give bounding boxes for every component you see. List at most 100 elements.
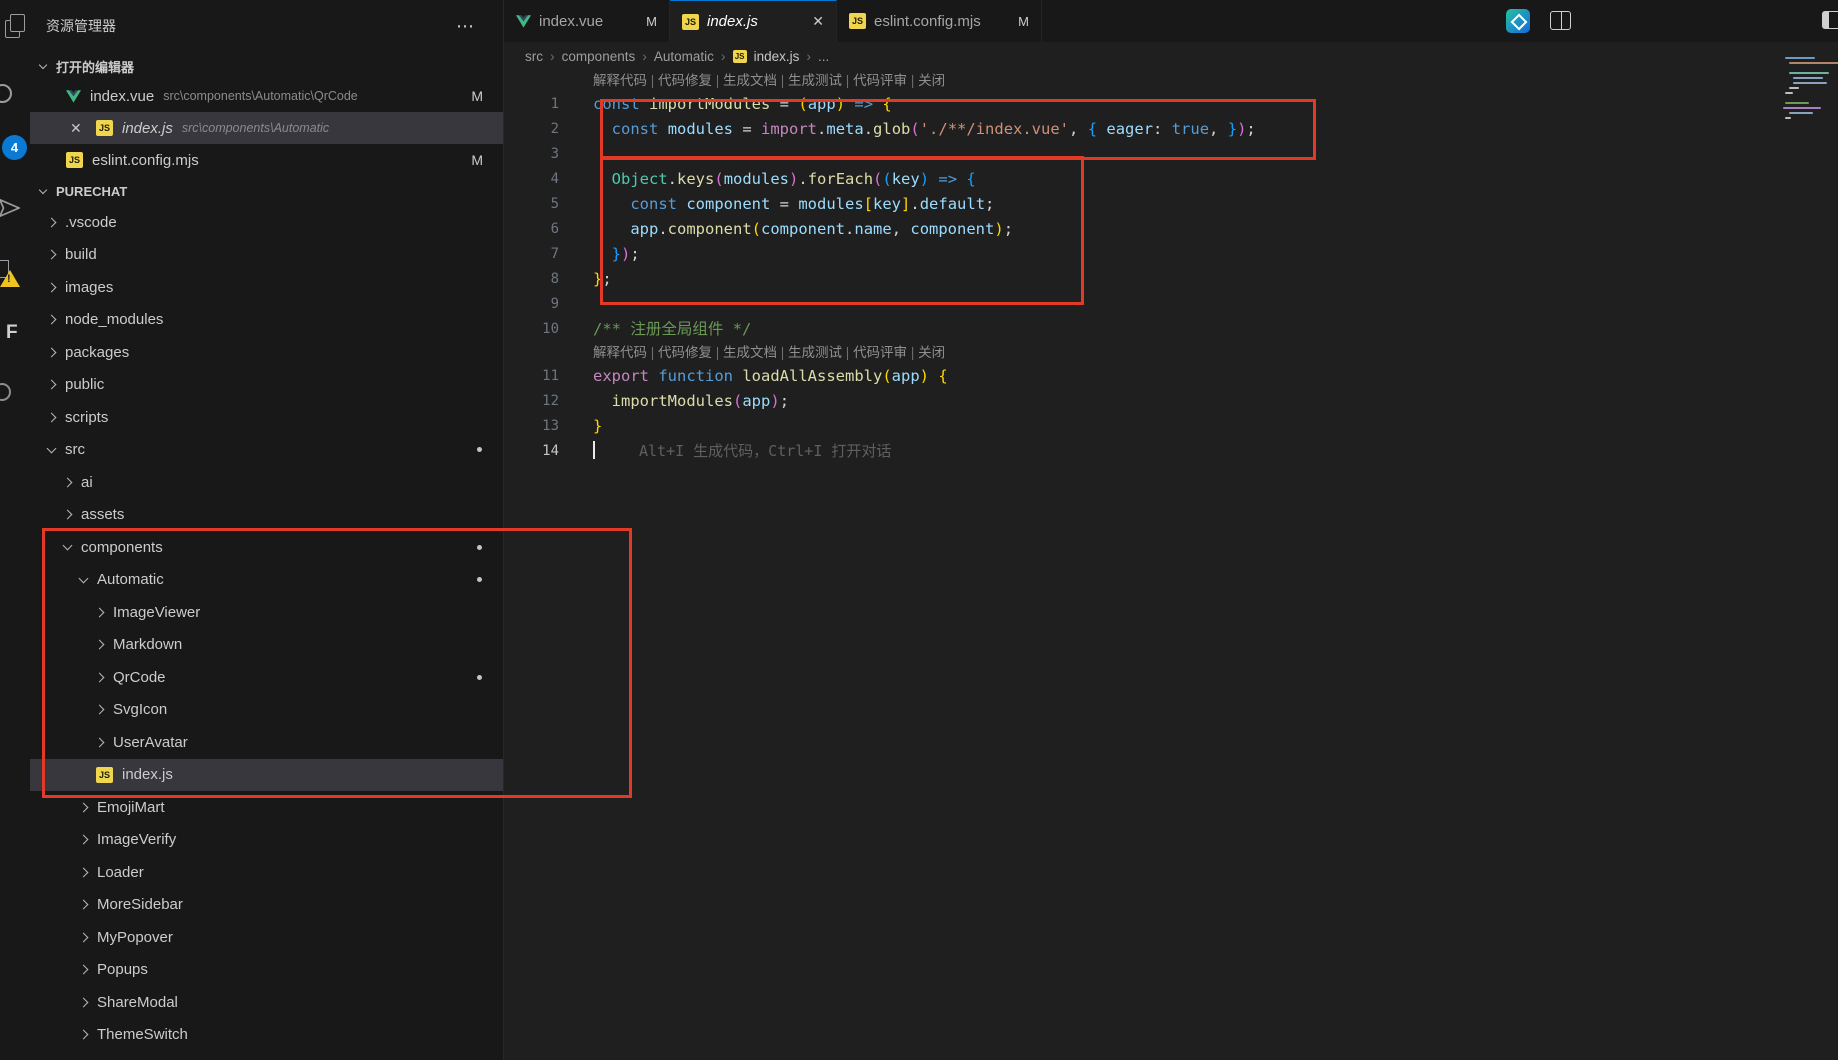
codelens-action-3[interactable]: 生成测试	[788, 73, 842, 88]
tree-item-scripts[interactable]: scripts	[30, 401, 503, 434]
vue-icon	[516, 14, 531, 28]
tree-item-components[interactable]: components	[30, 531, 503, 564]
codelens-action-2[interactable]: 生成文档	[723, 73, 777, 88]
tree-item-svgicon[interactable]: SvgIcon	[30, 694, 503, 727]
tree-item-.vscode[interactable]: .vscode	[30, 206, 503, 239]
breadcrumb-item-components[interactable]: components	[562, 49, 636, 64]
codelens-action-0[interactable]: 解释代码	[593, 345, 647, 360]
open-editors-list: index.vue src\components\Automatic\QrCode…	[30, 80, 503, 176]
tree-item-index.js[interactable]: JS index.js	[30, 758, 503, 791]
minimap-line	[1785, 117, 1791, 119]
tree-item-assets[interactable]: assets	[30, 499, 503, 532]
codelens-action-4[interactable]: 代码评审	[853, 73, 907, 88]
tree-item-images[interactable]: images	[30, 271, 503, 304]
code-line-8[interactable]: 8};	[504, 267, 1838, 292]
f-logo-icon[interactable]: F	[6, 322, 18, 344]
tree-item-build[interactable]: build	[30, 239, 503, 272]
codelens-action-5[interactable]: 关闭	[918, 73, 945, 88]
codelens-action-5[interactable]: 关闭	[918, 345, 945, 360]
tab-eslint.config.mjs[interactable]: JS eslint.config.mjs M	[837, 0, 1042, 42]
js-icon: JS	[682, 13, 699, 30]
tree-item-public[interactable]: public	[30, 369, 503, 402]
project-header[interactable]: PURECHAT	[30, 176, 503, 206]
codelens-separator: |	[647, 73, 659, 88]
search-icon[interactable]	[0, 84, 12, 103]
tree-item-popups[interactable]: Popups	[30, 954, 503, 987]
chevron-right-icon	[78, 834, 89, 845]
tree-item-sharemodal[interactable]: ShareModal	[30, 986, 503, 1019]
code-line-9[interactable]: 9	[504, 292, 1838, 317]
codelens-action-0[interactable]: 解释代码	[593, 73, 647, 88]
line-number: 13	[542, 418, 559, 434]
close-icon[interactable]: ✕	[70, 121, 86, 135]
code-area[interactable]: 解释代码 | 代码修复 | 生成文档 | 生成测试 | 代码评审 | 关闭 1 co…	[504, 70, 1838, 464]
circle-icon[interactable]	[0, 383, 11, 401]
open-editor-index.vue[interactable]: index.vue src\components\Automatic\QrCode…	[30, 80, 503, 112]
code-line-10[interactable]: 10 /** 注册全局组件 */	[504, 317, 1838, 342]
line-number: 3	[550, 146, 559, 162]
layout-icon[interactable]	[1822, 11, 1838, 29]
tab-index.js[interactable]: JS index.js ✕	[670, 0, 837, 42]
file-path: src\components\Automatic	[181, 121, 330, 135]
tree-item-src[interactable]: src	[30, 434, 503, 467]
sidebar-title: 资源管理器	[46, 18, 116, 34]
js-icon: JS	[96, 766, 113, 783]
code-line-13[interactable]: 13}	[504, 414, 1838, 439]
code-line-5[interactable]: 5 const component = modules[key].default…	[504, 192, 1838, 217]
tree-item-imageverify[interactable]: ImageVerify	[30, 824, 503, 857]
close-icon[interactable]: ✕	[812, 13, 824, 30]
chat-send-icon[interactable]	[0, 197, 20, 219]
codelens-action-1[interactable]: 代码修复	[658, 345, 712, 360]
tree-item-useravatar[interactable]: UserAvatar	[30, 726, 503, 759]
codelens-action-2[interactable]: 生成文档	[723, 345, 777, 360]
tab-index.vue[interactable]: index.vue M	[504, 0, 670, 42]
tree-item-qrcode[interactable]: QrCode	[30, 661, 503, 694]
extension-icon[interactable]	[1506, 9, 1530, 33]
codelens-action-3[interactable]: 生成测试	[788, 345, 842, 360]
code-line-4[interactable]: 4 Object.keys(modules).forEach((key) => …	[504, 167, 1838, 192]
code-line-3[interactable]: 3	[504, 142, 1838, 167]
tab-label: index.vue	[539, 12, 604, 30]
file-path: src\components\Automatic\QrCode	[163, 89, 358, 103]
open-editors-header[interactable]: 打开的编辑器	[30, 52, 503, 80]
code-line-14[interactable]: 14 Alt+I 生成代码，Ctrl+I 打开对话	[504, 439, 1838, 464]
breadcrumb-item-...[interactable]: ...	[818, 49, 829, 64]
more-actions-icon[interactable]: ⋯	[456, 16, 475, 37]
tree-item-node-modules[interactable]: node_modules	[30, 304, 503, 337]
codelens-action-1[interactable]: 代码修复	[658, 73, 712, 88]
code-line-6[interactable]: 6 app.component(component.name, componen…	[504, 217, 1838, 242]
code-line-7[interactable]: 7 });	[504, 242, 1838, 267]
minimap[interactable]	[1783, 57, 1838, 122]
tree-item-mypopover[interactable]: MyPopover	[30, 921, 503, 954]
tree-item-label: Markdown	[113, 636, 183, 654]
split-editor-icon[interactable]	[1550, 11, 1571, 30]
open-editor-eslint.config.mjs[interactable]: JS eslint.config.mjs M	[30, 144, 503, 176]
breadcrumb-item-src[interactable]: src	[525, 49, 543, 64]
code-line-11[interactable]: 11 export function loadAllAssembly(app) {	[504, 364, 1838, 389]
tree-item-automatic[interactable]: Automatic	[30, 564, 503, 597]
vue-icon	[66, 89, 81, 103]
tree-item-themeswitch[interactable]: ThemeSwitch	[30, 1019, 503, 1052]
tree-item-packages[interactable]: packages	[30, 336, 503, 369]
code-line-1[interactable]: 1 const importModules = (app) => {	[504, 92, 1838, 117]
minimap-line	[1789, 72, 1829, 74]
files-icon[interactable]	[5, 14, 25, 38]
code-line-2[interactable]: 2 const modules = import.meta.glob('./**…	[504, 117, 1838, 142]
tree-item-label: scripts	[65, 408, 109, 426]
tree-item-label: EmojiMart	[97, 798, 165, 816]
file-name: index.vue	[90, 87, 155, 105]
tree-item-loader[interactable]: Loader	[30, 856, 503, 889]
open-editor-index.js[interactable]: ✕ JS index.js src\components\Automatic	[30, 112, 503, 144]
breadcrumb-item-automatic[interactable]: Automatic	[654, 49, 714, 64]
minimap-line	[1789, 112, 1813, 114]
code-line-12[interactable]: 12 importModules(app);	[504, 389, 1838, 414]
project-header-label: PURECHAT	[56, 183, 128, 199]
tree-item-emojimart[interactable]: EmojiMart	[30, 791, 503, 824]
line-number: 12	[542, 393, 559, 409]
tree-item-imageviewer[interactable]: ImageViewer	[30, 596, 503, 629]
codelens-action-4[interactable]: 代码评审	[853, 345, 907, 360]
tree-item-moresidebar[interactable]: MoreSidebar	[30, 889, 503, 922]
breadcrumb-item-index.js[interactable]: index.js	[754, 49, 800, 64]
tree-item-markdown[interactable]: Markdown	[30, 629, 503, 662]
tree-item-ai[interactable]: ai	[30, 466, 503, 499]
